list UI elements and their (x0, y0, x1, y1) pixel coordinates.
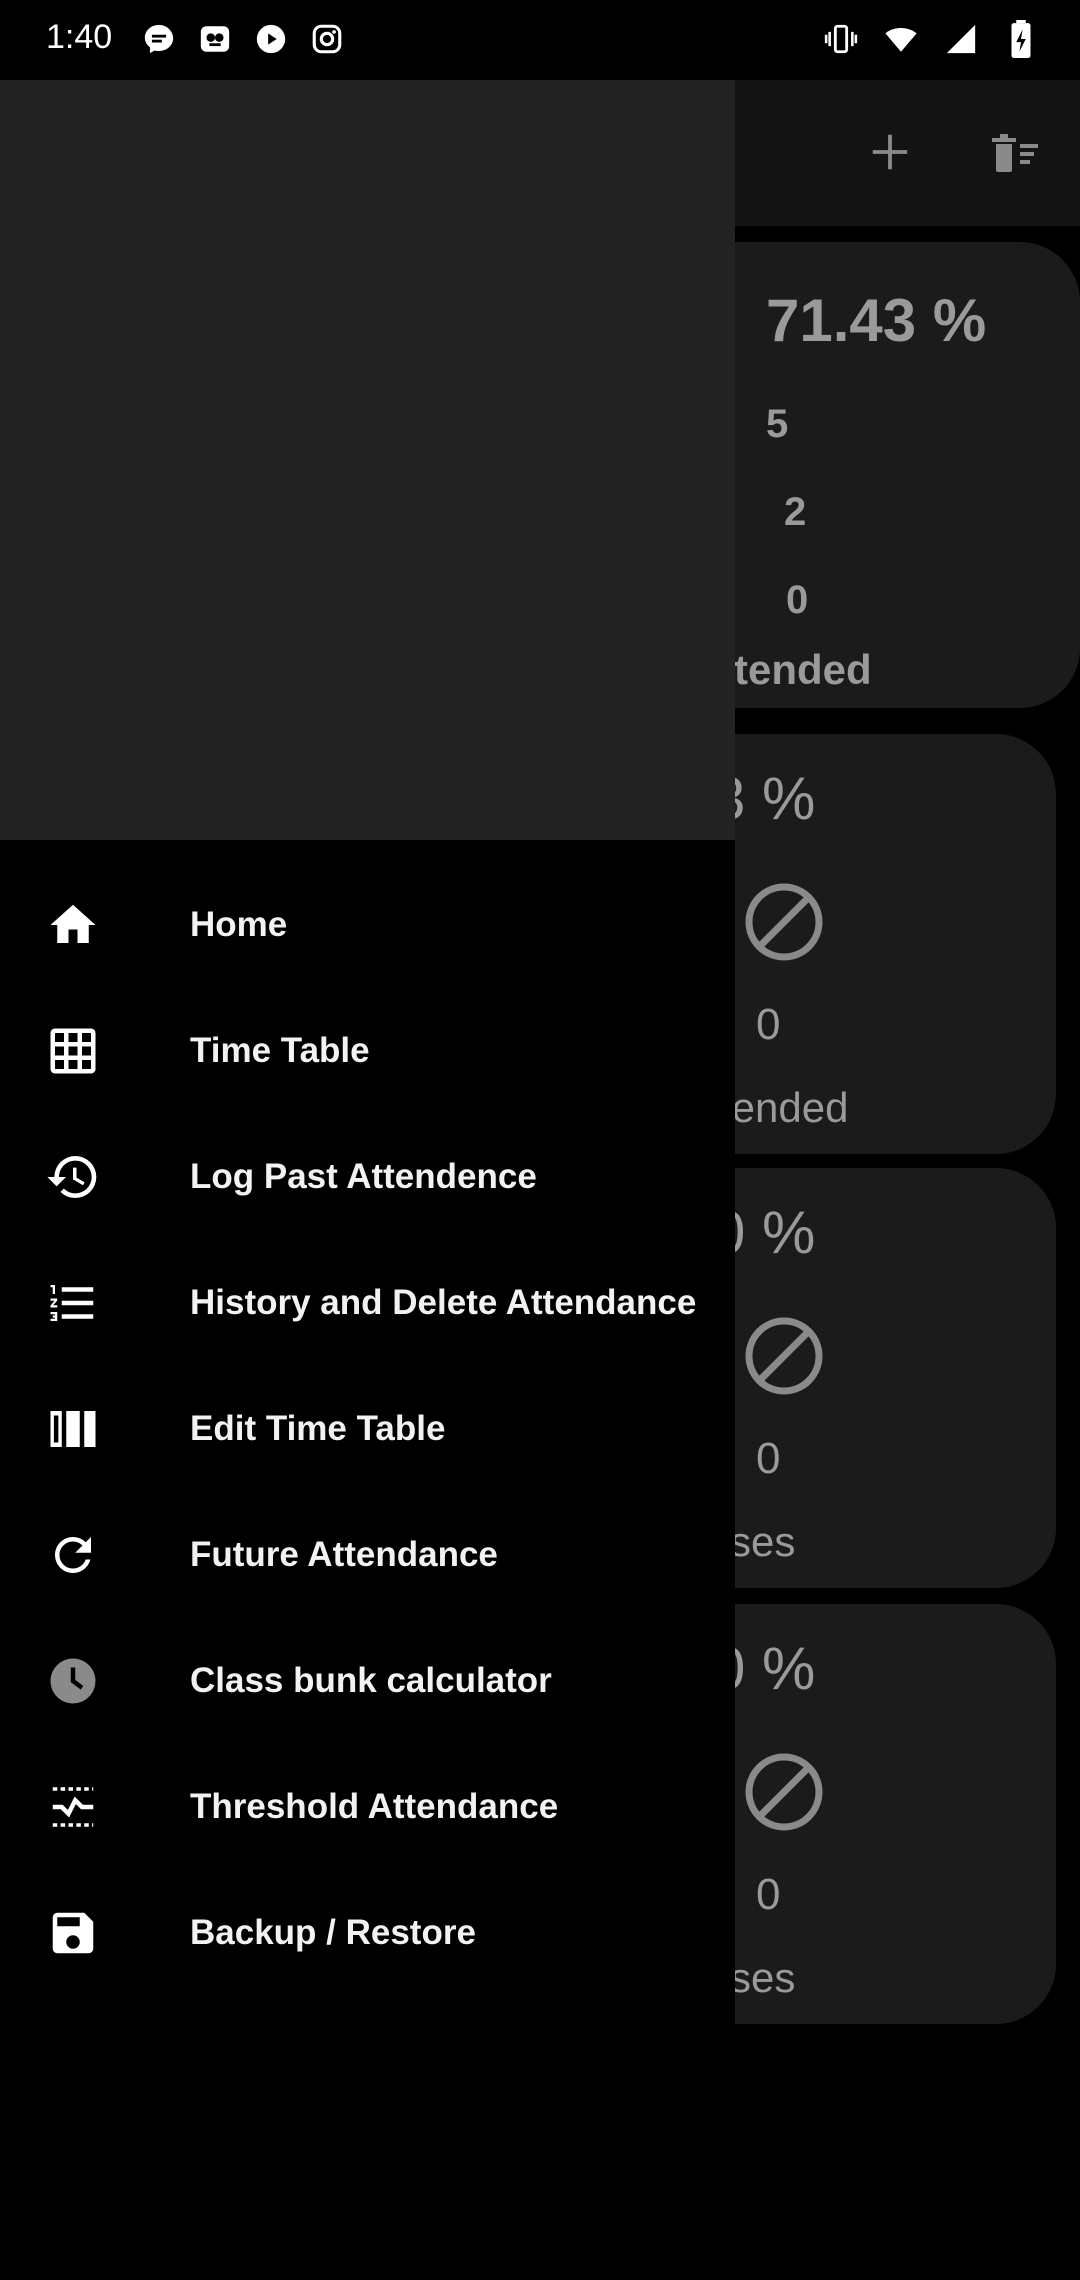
menu-item-label: Threshold Attendance (190, 1787, 559, 1826)
save-icon (44, 1904, 102, 1962)
refresh-icon (44, 1526, 102, 1584)
instagram-icon (308, 20, 346, 58)
menu-item-edit-time-table[interactable]: Edit Time Table (0, 1366, 735, 1492)
card-count: 0 (756, 1434, 781, 1483)
signal-icon (942, 20, 980, 58)
card-label: ses (730, 1954, 796, 2001)
menu-item-label: Future Attendance (190, 1535, 498, 1574)
menu-item-threshold-attendance[interactable]: Threshold Attendance (0, 1744, 735, 1870)
card-label: ses (730, 1518, 796, 1565)
drawer-menu: Home Time Table Log Past Attendence Hist… (0, 862, 735, 1996)
menu-item-label: Log Past Attendence (190, 1157, 537, 1196)
clock-icon (44, 1652, 102, 1710)
card-missed: 2 (784, 490, 807, 534)
not-allowed-icon (745, 883, 823, 961)
delete-sweep-icon[interactable] (974, 110, 1058, 194)
menu-item-home[interactable]: Home (0, 862, 735, 988)
menu-item-label: Edit Time Table (190, 1409, 446, 1448)
card-total: 5 (766, 402, 789, 446)
menu-item-label: Home (190, 905, 288, 944)
cloud-icon (196, 20, 234, 58)
menu-item-class-bunk-calculator[interactable]: Class bunk calculator (0, 1618, 735, 1744)
numbered-list-icon (44, 1274, 102, 1332)
drawer-header (0, 80, 735, 840)
card-count: 0 (756, 1000, 781, 1049)
view-columns-icon (44, 1400, 102, 1458)
menu-item-label: Time Table (190, 1031, 370, 1070)
menu-item-label: History and Delete Attendance (190, 1283, 697, 1322)
history-icon (44, 1148, 102, 1206)
menu-item-log-past-attendence[interactable]: Log Past Attendence (0, 1114, 735, 1240)
status-time: 1:40 (46, 18, 113, 56)
messenger-icon (140, 20, 178, 58)
battery-charging-icon (1002, 20, 1040, 58)
menu-item-history-delete[interactable]: History and Delete Attendance (0, 1240, 735, 1366)
card-count: 0 (756, 1870, 781, 1919)
card-label: ttended (720, 646, 872, 693)
grid-icon (44, 1022, 102, 1080)
vibrate-icon (822, 20, 860, 58)
not-allowed-icon (745, 1753, 823, 1831)
home-icon (44, 896, 102, 954)
card-extra: 0 (786, 578, 809, 622)
card-label: tended (720, 1084, 849, 1131)
status-bar: 1:40 (0, 0, 1080, 80)
wifi-icon (882, 20, 920, 58)
menu-item-backup-restore[interactable]: Backup / Restore (0, 1870, 735, 1996)
menu-item-label: Backup / Restore (190, 1913, 476, 1952)
youtube-icon (252, 20, 290, 58)
menu-item-time-table[interactable]: Time Table (0, 988, 735, 1114)
menu-item-future-attendance[interactable]: Future Attendance (0, 1492, 735, 1618)
card-percentage: 71.43 % (766, 287, 987, 354)
add-icon[interactable] (848, 110, 932, 194)
menu-item-label: Class bunk calculator (190, 1661, 552, 1700)
not-allowed-icon (745, 1317, 823, 1395)
threshold-icon (44, 1778, 102, 1836)
